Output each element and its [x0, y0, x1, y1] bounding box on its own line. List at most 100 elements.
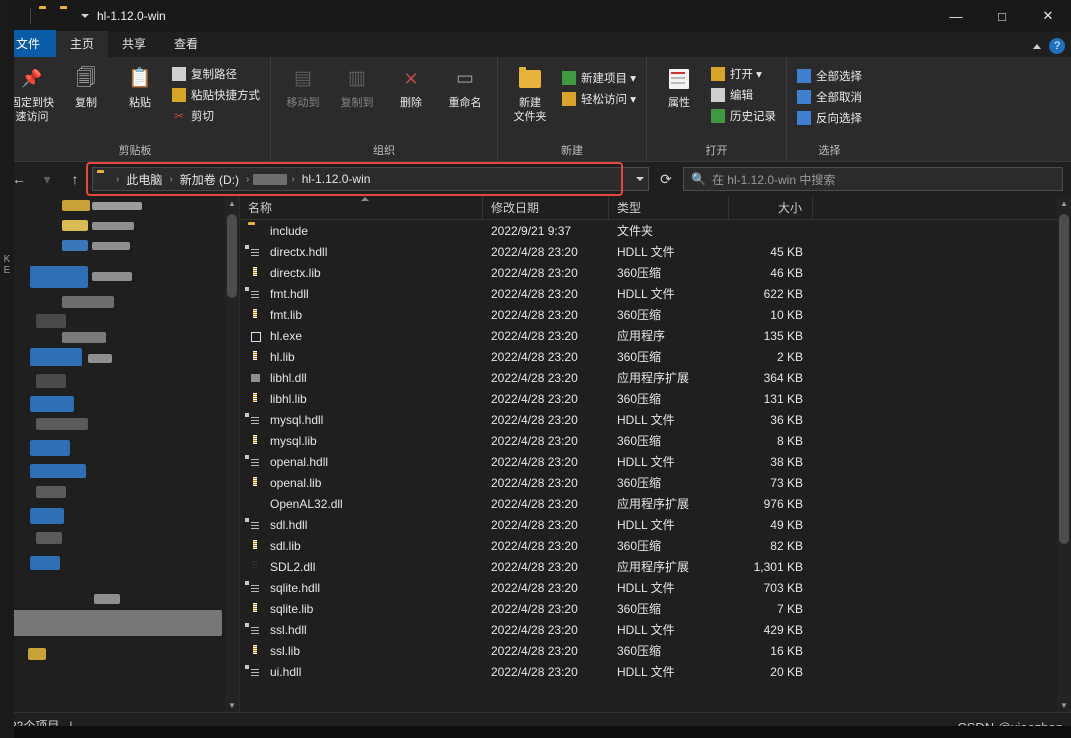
- column-header-name[interactable]: 名称: [240, 196, 483, 219]
- table-row[interactable]: libhl.dll 2022/4/28 23:20 应用程序扩展 364 KB: [240, 367, 1071, 388]
- table-row[interactable]: OpenAL32.dll 2022/4/28 23:20 应用程序扩展 976 KB: [240, 493, 1071, 514]
- file-name-cell[interactable]: directx.hdll: [240, 245, 483, 259]
- new-item-button[interactable]: 新建项目 ▾: [558, 69, 640, 87]
- address-bar-wrapper[interactable]: › 此电脑 › 新加卷 (D:) › › hl-1.12.0-win: [86, 162, 649, 196]
- table-row[interactable]: ui.hdll 2022/4/28 23:20 HDLL 文件 20 KB: [240, 661, 1071, 682]
- file-name-cell[interactable]: ssl.hdll: [240, 623, 483, 637]
- file-name-cell[interactable]: sqlite.lib: [240, 602, 483, 616]
- scroll-up-icon[interactable]: ▲: [1057, 196, 1071, 210]
- open-button[interactable]: 打开 ▾: [707, 65, 780, 83]
- table-row[interactable]: ssl.lib 2022/4/28 23:20 360压缩 16 KB: [240, 640, 1071, 661]
- file-name-cell[interactable]: hl.exe: [240, 329, 483, 343]
- column-header-row[interactable]: 名称 修改日期 类型 大小: [240, 196, 1071, 220]
- file-name-cell[interactable]: openal.lib: [240, 476, 483, 490]
- copy-path-button[interactable]: 复制路径: [168, 65, 264, 83]
- file-name-cell[interactable]: SDL2.dll: [240, 560, 483, 574]
- select-none-button[interactable]: 全部取消: [793, 88, 866, 106]
- search-box[interactable]: 🔍 在 hl-1.12.0-win 中搜索: [683, 167, 1063, 191]
- file-name-cell[interactable]: ui.hdll: [240, 665, 483, 679]
- invert-selection-button[interactable]: 反向选择: [793, 109, 866, 127]
- file-list-scrollbar[interactable]: ▲ ▼: [1057, 196, 1071, 712]
- select-all-button[interactable]: 全部选择: [793, 67, 866, 85]
- address-dropdown-icon[interactable]: [636, 177, 644, 181]
- file-name-cell[interactable]: sqlite.hdll: [240, 581, 483, 595]
- refresh-button[interactable]: ⟳: [655, 168, 677, 190]
- tab-share[interactable]: 共享: [108, 31, 160, 57]
- collapse-ribbon-icon[interactable]: [1033, 43, 1041, 49]
- breadcrumb-item-this-pc[interactable]: 此电脑: [123, 170, 165, 189]
- file-list-pane[interactable]: 名称 修改日期 类型 大小 include 2022/9/21 9:37 文件夹 di…: [240, 196, 1071, 712]
- paste-shortcut-button[interactable]: 粘贴快捷方式: [168, 86, 264, 104]
- file-name-cell[interactable]: hl.lib: [240, 350, 483, 364]
- navigation-pane-scroll-thumb[interactable]: [227, 214, 237, 298]
- navigation-pane[interactable]: ▲ ▼: [0, 196, 240, 712]
- table-row[interactable]: mysql.hdll 2022/4/28 23:20 HDLL 文件 36 KB: [240, 409, 1071, 430]
- scroll-up-icon[interactable]: ▲: [225, 196, 239, 210]
- file-name-cell[interactable]: directx.lib: [240, 266, 483, 280]
- maximize-button[interactable]: □: [979, 0, 1025, 32]
- delete-button[interactable]: ✕ 删除: [385, 61, 437, 114]
- file-name-cell[interactable]: openal.hdll: [240, 455, 483, 469]
- pin-to-quick-access-icon[interactable]: [39, 9, 55, 23]
- table-row[interactable]: ssl.hdll 2022/4/28 23:20 HDLL 文件 429 KB: [240, 619, 1071, 640]
- file-name-cell[interactable]: libhl.dll: [240, 371, 483, 385]
- file-name-cell[interactable]: sdl.lib: [240, 539, 483, 553]
- table-row[interactable]: directx.lib 2022/4/28 23:20 360压缩 46 KB: [240, 262, 1071, 283]
- table-row[interactable]: hl.exe 2022/4/28 23:20 应用程序 135 KB: [240, 325, 1071, 346]
- breadcrumb-item-redacted[interactable]: [253, 173, 288, 185]
- table-row[interactable]: SDL2.dll 2022/4/28 23:20 应用程序扩展 1,301 KB: [240, 556, 1071, 577]
- file-name-cell[interactable]: mysql.lib: [240, 434, 483, 448]
- file-name-cell[interactable]: fmt.hdll: [240, 287, 483, 301]
- copy-button[interactable]: 🗐 复制: [60, 61, 112, 114]
- cut-button[interactable]: ✂ 剪切: [168, 107, 264, 125]
- address-bar[interactable]: › 此电脑 › 新加卷 (D:) › › hl-1.12.0-win: [92, 167, 649, 191]
- edit-button[interactable]: 编辑: [707, 86, 780, 104]
- close-button[interactable]: ✕: [1025, 0, 1071, 32]
- column-header-type[interactable]: 类型: [609, 196, 729, 219]
- table-row[interactable]: sdl.hdll 2022/4/28 23:20 HDLL 文件 49 KB: [240, 514, 1071, 535]
- window-controls[interactable]: — □ ✕: [933, 0, 1071, 32]
- paste-button[interactable]: 📋 粘贴: [114, 61, 166, 114]
- tab-view[interactable]: 查看: [160, 31, 212, 57]
- table-row[interactable]: sqlite.lib 2022/4/28 23:20 360压缩 7 KB: [240, 598, 1071, 619]
- table-row[interactable]: hl.lib 2022/4/28 23:20 360压缩 2 KB: [240, 346, 1071, 367]
- file-name-cell[interactable]: libhl.lib: [240, 392, 483, 406]
- table-row[interactable]: fmt.lib 2022/4/28 23:20 360压缩 10 KB: [240, 304, 1071, 325]
- easy-access-button[interactable]: 轻松访问 ▾: [558, 90, 640, 108]
- minimize-button[interactable]: —: [933, 0, 979, 32]
- table-row[interactable]: openal.lib 2022/4/28 23:20 360压缩 73 KB: [240, 472, 1071, 493]
- rename-button[interactable]: ▭ 重命名: [439, 61, 491, 114]
- column-header-size[interactable]: 大小: [729, 196, 813, 219]
- file-name-cell[interactable]: mysql.hdll: [240, 413, 483, 427]
- file-list-scroll-thumb[interactable]: [1059, 214, 1069, 544]
- quick-access-toolbar[interactable]: [6, 8, 89, 24]
- table-row[interactable]: sdl.lib 2022/4/28 23:20 360压缩 82 KB: [240, 535, 1071, 556]
- file-name-cell[interactable]: sdl.hdll: [240, 518, 483, 532]
- recent-locations-button[interactable]: ▾: [36, 168, 58, 190]
- table-row[interactable]: sqlite.hdll 2022/4/28 23:20 HDLL 文件 703 KB: [240, 577, 1071, 598]
- help-icon[interactable]: ?: [1049, 38, 1065, 54]
- scroll-down-icon[interactable]: ▼: [1057, 698, 1071, 712]
- file-name-cell[interactable]: include: [240, 224, 483, 238]
- file-name-cell[interactable]: ssl.lib: [240, 644, 483, 658]
- chevron-down-icon[interactable]: [81, 14, 89, 18]
- navigation-pane-scrollbar[interactable]: ▲ ▼: [225, 196, 239, 712]
- properties-quick-icon[interactable]: [60, 9, 76, 23]
- scroll-down-icon[interactable]: ▼: [225, 698, 239, 712]
- ribbon-tab-right-controls[interactable]: ?: [1033, 38, 1065, 54]
- new-folder-button[interactable]: 新建 文件夹: [504, 61, 556, 128]
- table-row[interactable]: openal.hdll 2022/4/28 23:20 HDLL 文件 38 KB: [240, 451, 1071, 472]
- properties-button[interactable]: 属性: [653, 61, 705, 114]
- breadcrumb-item-volume[interactable]: 新加卷 (D:): [177, 170, 242, 189]
- file-rows[interactable]: include 2022/9/21 9:37 文件夹 directx.hdll 2022…: [240, 220, 1071, 682]
- breadcrumb-item-current[interactable]: hl-1.12.0-win: [299, 171, 374, 187]
- column-header-date[interactable]: 修改日期: [483, 196, 609, 219]
- file-name-cell[interactable]: fmt.lib: [240, 308, 483, 322]
- table-row[interactable]: directx.hdll 2022/4/28 23:20 HDLL 文件 45 KB: [240, 241, 1071, 262]
- up-button[interactable]: ↑: [64, 168, 86, 190]
- table-row[interactable]: include 2022/9/21 9:37 文件夹: [240, 220, 1071, 241]
- table-row[interactable]: fmt.hdll 2022/4/28 23:20 HDLL 文件 622 KB: [240, 283, 1071, 304]
- ribbon-tab-strip[interactable]: 文件 主页 共享 查看 ?: [0, 30, 1071, 57]
- copy-to-button[interactable]: ▥ 复制到: [331, 61, 383, 114]
- history-button[interactable]: 历史记录: [707, 107, 780, 125]
